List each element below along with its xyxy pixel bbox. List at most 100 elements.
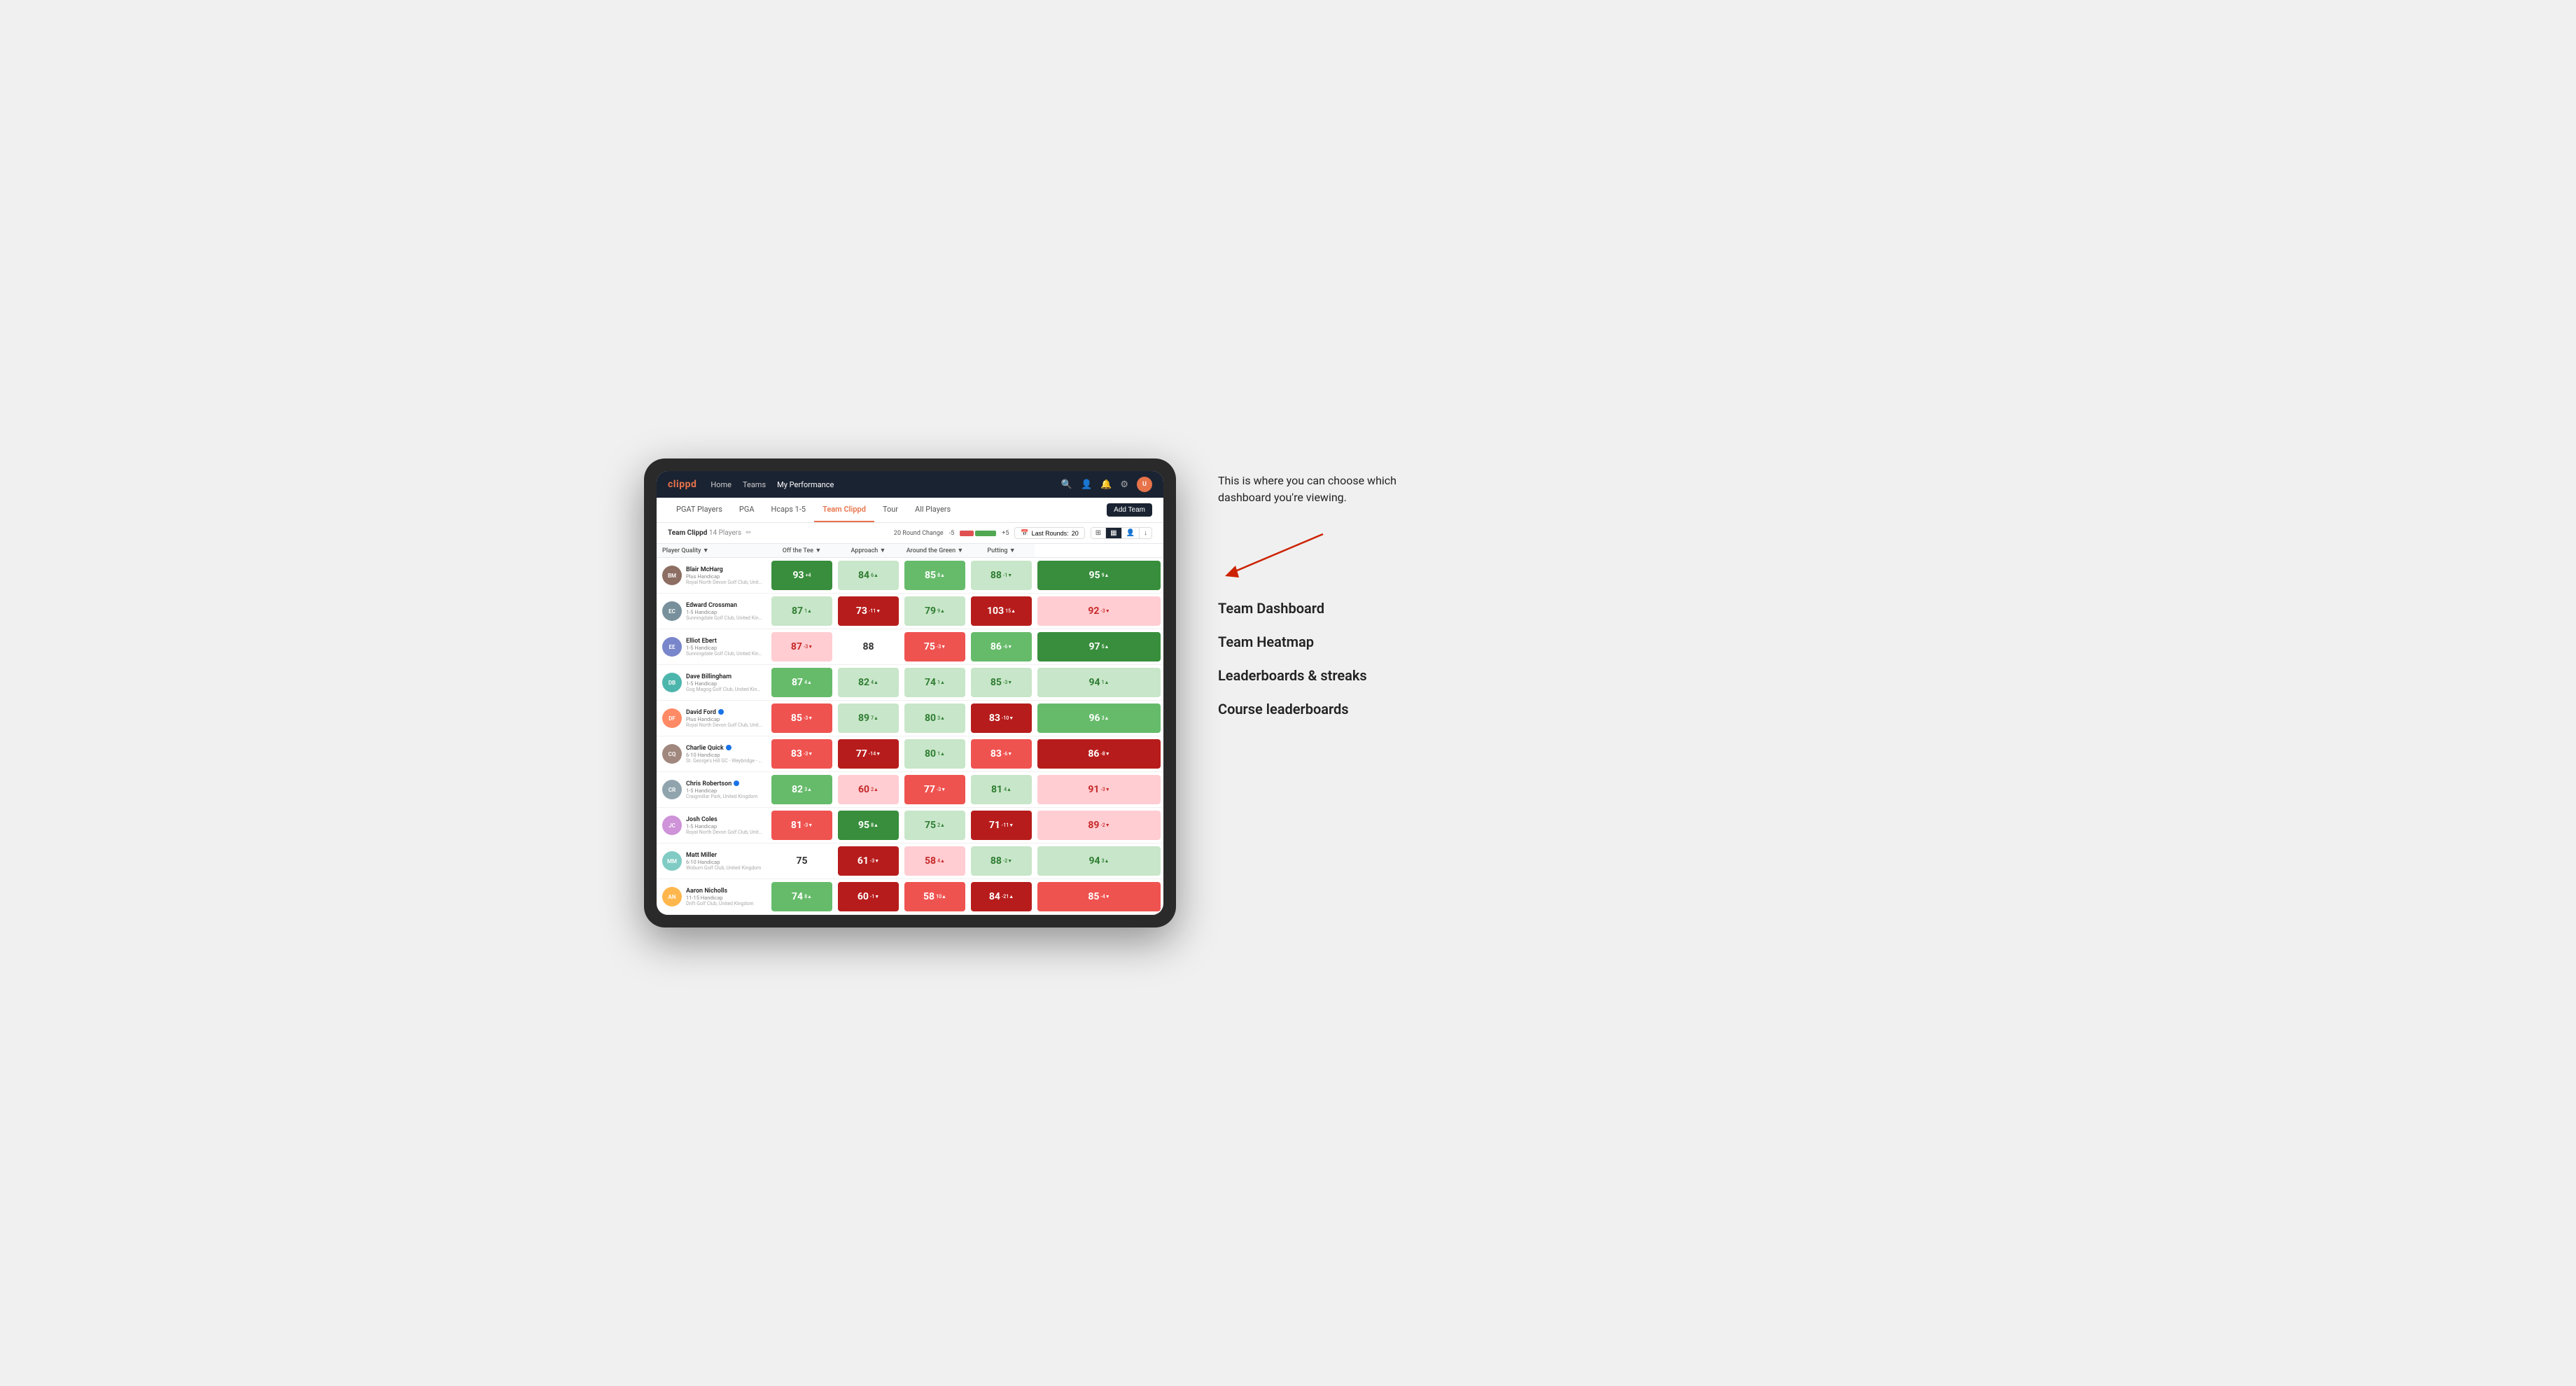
table-row[interactable]: DF David Ford Plus Handicap Royal North … (657, 701, 1163, 736)
player-name-6[interactable]: Chris Robertson (686, 780, 757, 788)
stat-box-quality-2: 87 -3▼ (771, 632, 832, 662)
stat-box-around-5: 83 -6▼ (971, 739, 1032, 769)
calendar-icon: 📅 (1021, 529, 1028, 537)
stat-value-around-1: 103 (987, 606, 1004, 617)
player-name-7[interactable]: Josh Coles (686, 816, 763, 823)
player-club-0: Royal North Devon Golf Club, United King… (686, 580, 763, 585)
stat-box-around-4: 83 -10▼ (971, 704, 1032, 733)
nav-my-performance[interactable]: My Performance (777, 477, 834, 492)
player-info-3: DB Dave Billingham 1-5 Handicap Gog Mago… (657, 668, 769, 697)
stat-change-putting-4: 3▲ (1102, 715, 1110, 721)
tablet-frame: clippd Home Teams My Performance 🔍 👤 🔔 ⚙… (644, 458, 1176, 927)
stat-value-putting-4: 96 (1089, 713, 1100, 724)
player-cell-3: DB Dave Billingham 1-5 Handicap Gog Mago… (657, 665, 769, 701)
player-club-3: Gog Magog Golf Club, United Kingdom (686, 687, 763, 692)
dashboard-options: Team Dashboard Team Heatmap Leaderboards… (1218, 600, 1414, 718)
option-team-heatmap[interactable]: Team Heatmap (1218, 634, 1414, 650)
table-row[interactable]: CQ Charlie Quick 6-10 Handicap St. Georg… (657, 736, 1163, 772)
stat-value-off_tee-3: 82 (858, 677, 869, 688)
stat-change-quality-2: -3▼ (804, 644, 813, 650)
stat-box-quality-6: 82 3▲ (771, 775, 832, 804)
table-row[interactable]: MM Matt Miller 6-10 Handicap Woburn Golf… (657, 844, 1163, 879)
option-team-dashboard[interactable]: Team Dashboard (1218, 600, 1414, 617)
stat-change-off_tee-0: 6▲ (871, 573, 878, 578)
player-avatar-7: JC (662, 816, 682, 835)
stat-quality-6: 82 3▲ (769, 772, 835, 808)
team-header: Team Clippd 14 Players ✏ 20 Round Change… (657, 523, 1163, 544)
option-course-leaderboards[interactable]: Course leaderboards (1218, 701, 1414, 718)
table-row[interactable]: EC Edward Crossman 1-5 Handicap Sunningd… (657, 594, 1163, 629)
player-name-3[interactable]: Dave Billingham (686, 673, 763, 680)
stat-value-around-7: 71 (989, 820, 1000, 831)
stat-box-quality-1: 87 1▲ (771, 596, 832, 626)
sub-nav-all-players[interactable]: All Players (906, 498, 959, 522)
nav-home[interactable]: Home (710, 477, 732, 492)
col-approach-header[interactable]: Approach ▼ (835, 544, 902, 558)
stat-value-putting-2: 97 (1089, 641, 1100, 652)
stat-change-quality-9: 8▲ (804, 894, 812, 899)
table-row[interactable]: BM Blair McHarg Plus Handicap Royal Nort… (657, 558, 1163, 594)
stat-value-quality-6: 82 (792, 784, 803, 795)
player-name-8[interactable]: Matt Miller (686, 852, 761, 859)
stat-putting-2: 97 5▲ (1035, 629, 1163, 665)
player-name-1[interactable]: Edward Crossman (686, 602, 763, 609)
sub-nav-team-clippd[interactable]: Team Clippd (814, 498, 874, 522)
stat-change-putting-7: -2▼ (1100, 822, 1110, 828)
table-row[interactable]: AN Aaron Nicholls 11-15 Handicap Drift G… (657, 879, 1163, 915)
view-buttons: ⊞ ▦ 👤 ↓ (1091, 527, 1152, 539)
team-title: Team Clippd 14 Players (668, 529, 741, 537)
stat-change-quality-7: -3▼ (804, 822, 813, 828)
stat-change-off_tee-7: 8▲ (871, 822, 878, 828)
player-name-9[interactable]: Aaron Nicholls (686, 888, 754, 895)
table-row[interactable]: EE Elliot Ebert 1-5 Handicap Sunningdale… (657, 629, 1163, 665)
sub-nav-pga[interactable]: PGA (731, 498, 763, 522)
player-name-5[interactable]: Charlie Quick (686, 745, 763, 752)
view-download-icon[interactable]: ↓ (1140, 528, 1152, 538)
stat-value-quality-8: 75 (796, 855, 807, 867)
avatar[interactable]: U (1137, 477, 1152, 492)
stat-around-4: 83 -10▼ (968, 701, 1035, 736)
last-rounds-button[interactable]: 📅 Last Rounds: 20 (1014, 527, 1084, 539)
sub-nav-tour[interactable]: Tour (874, 498, 906, 522)
search-icon[interactable]: 🔍 (1061, 479, 1072, 490)
stat-value-around-9: 84 (989, 891, 1000, 902)
stat-box-off_tee-7: 95 8▲ (838, 811, 899, 840)
player-name-4[interactable]: David Ford (686, 709, 763, 716)
stat-change-around-6: 4▲ (1004, 787, 1011, 792)
table-row[interactable]: DB Dave Billingham 1-5 Handicap Gog Mago… (657, 665, 1163, 701)
player-name-0[interactable]: Blair McHarg (686, 566, 763, 573)
user-icon[interactable]: 👤 (1081, 479, 1092, 490)
stat-putting-3: 94 1▲ (1035, 665, 1163, 701)
last-rounds-value: 20 (1072, 530, 1079, 537)
player-name-2[interactable]: Elliot Ebert (686, 638, 763, 645)
view-heatmap-icon[interactable]: ▦ (1106, 528, 1121, 538)
view-person-icon[interactable]: 👤 (1122, 528, 1140, 538)
edit-icon[interactable]: ✏ (746, 529, 751, 537)
table-row[interactable]: JC Josh Coles 1-5 Handicap Royal North D… (657, 808, 1163, 844)
stat-value-off_tee-5: 77 (856, 748, 867, 760)
stat-value-putting-1: 92 (1088, 606, 1099, 617)
stat-box-putting-2: 97 5▲ (1037, 632, 1161, 662)
stat-value-around-6: 81 (991, 784, 1002, 795)
bell-icon[interactable]: 🔔 (1100, 479, 1112, 490)
stat-box-approach-9: 58 10▲ (904, 882, 965, 911)
table-row[interactable]: CR Chris Robertson 1-5 Handicap Craigmil… (657, 772, 1163, 808)
right-panel: This is where you can choose which dashb… (1218, 458, 1414, 718)
view-grid-icon[interactable]: ⊞ (1091, 528, 1106, 538)
col-player-header[interactable]: Player Quality ▼ (657, 544, 769, 558)
stat-approach-7: 75 2▲ (902, 808, 968, 844)
nav-teams[interactable]: Teams (743, 477, 766, 492)
player-cell-7: JC Josh Coles 1-5 Handicap Royal North D… (657, 808, 769, 844)
col-putting-header[interactable]: Putting ▼ (968, 544, 1035, 558)
page-wrapper: clippd Home Teams My Performance 🔍 👤 🔔 ⚙… (644, 458, 1932, 927)
player-cell-9: AN Aaron Nicholls 11-15 Handicap Drift G… (657, 879, 769, 915)
settings-icon[interactable]: ⚙ (1120, 479, 1128, 490)
player-details-2: Elliot Ebert 1-5 Handicap Sunningdale Go… (686, 638, 763, 657)
col-off-tee-header[interactable]: Off the Tee ▼ (769, 544, 835, 558)
add-team-button[interactable]: Add Team (1107, 503, 1152, 517)
sub-nav-hcaps[interactable]: Hcaps 1-5 (763, 498, 815, 522)
option-leaderboards[interactable]: Leaderboards & streaks (1218, 667, 1414, 684)
col-around-green-header[interactable]: Around the Green ▼ (902, 544, 968, 558)
sub-nav-pgat[interactable]: PGAT Players (668, 498, 731, 522)
stat-around-6: 81 4▲ (968, 772, 1035, 808)
